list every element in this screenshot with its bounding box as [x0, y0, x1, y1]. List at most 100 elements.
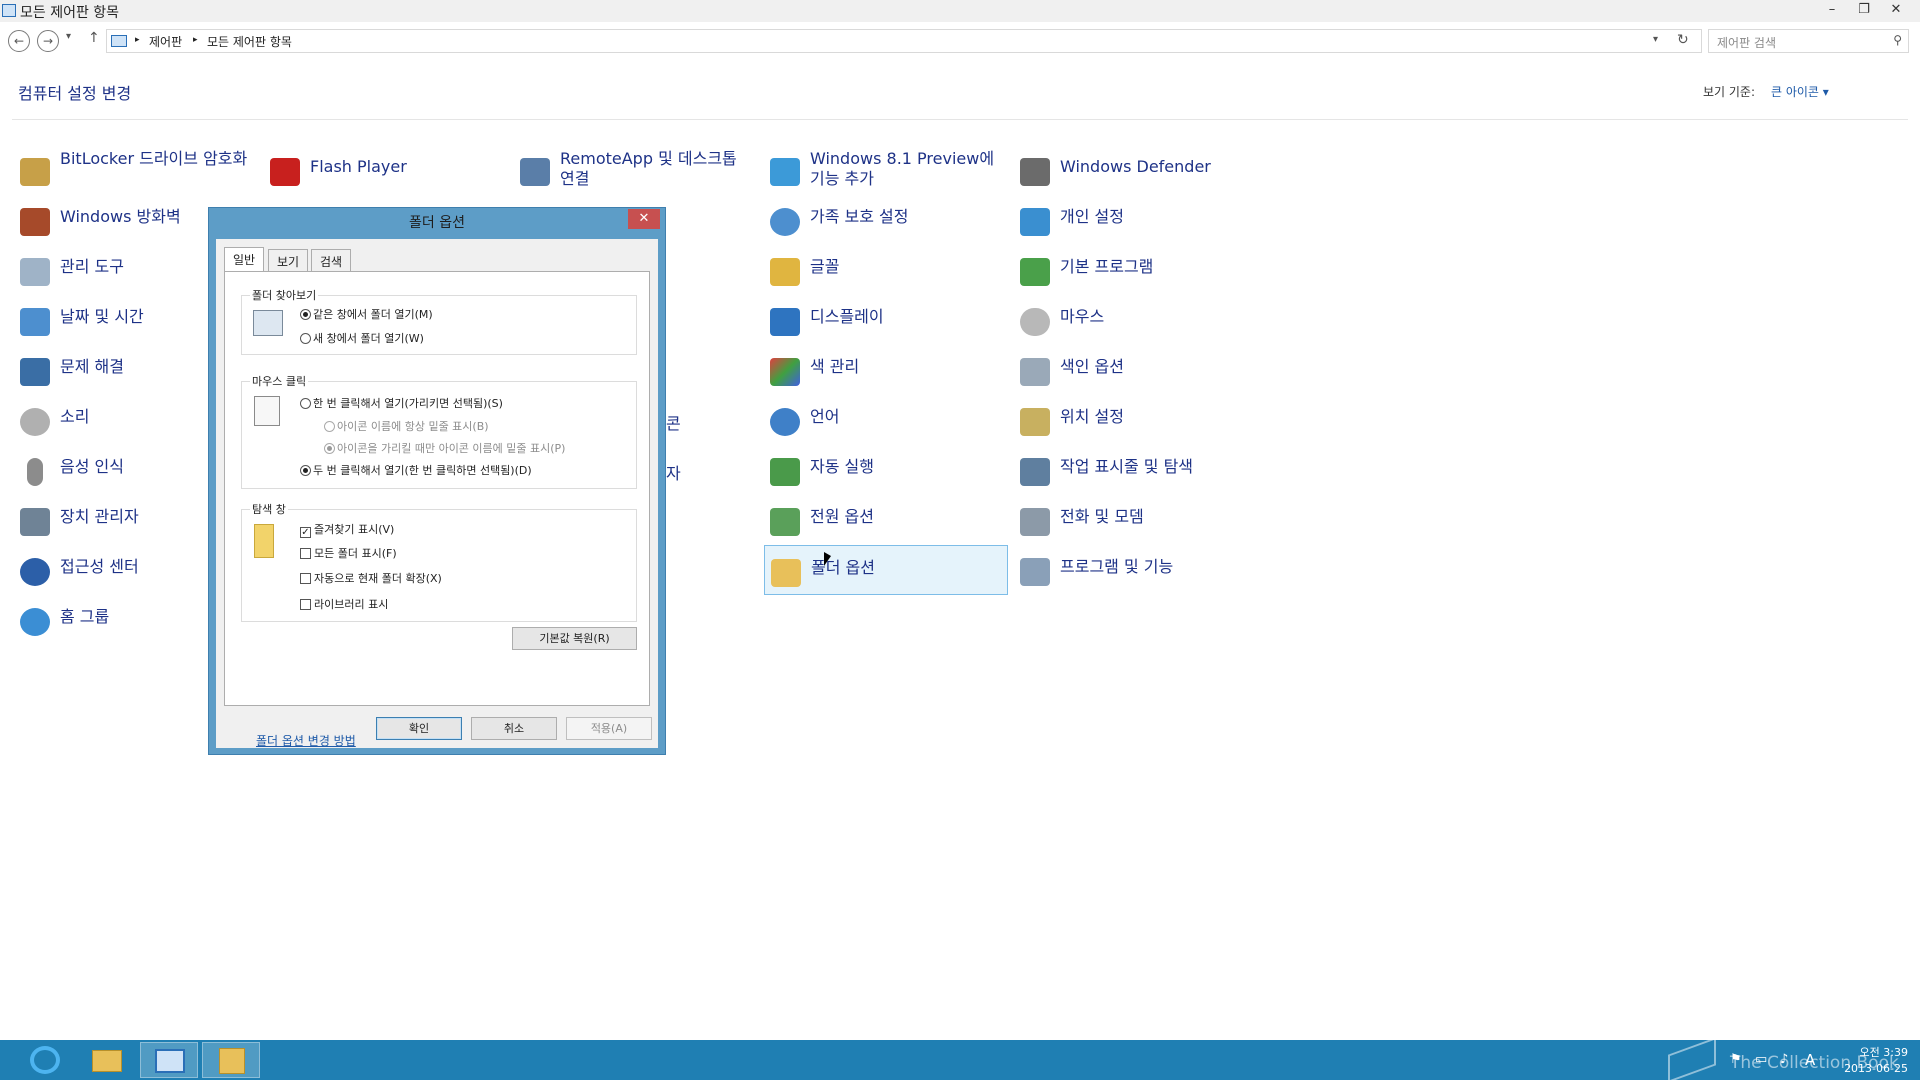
document-cursor-icon [254, 396, 280, 426]
view-by-dropdown[interactable]: 큰 아이콘 ▾ [1771, 83, 1829, 100]
radio-double-click[interactable]: 두 번 클릭해서 열기(한 번 클릭하면 선택됨)(D) [300, 462, 532, 478]
checkbox-auto-expand[interactable]: 자동으로 현재 폴더 확장(X) [300, 570, 442, 586]
taskbar-internet-explorer[interactable] [16, 1042, 74, 1078]
cp-item-label: 전원 옵션 [810, 507, 874, 526]
minimize-button[interactable]: – [1816, 0, 1848, 20]
cp-item-display[interactable]: 디스플레이 [764, 295, 1008, 345]
device-manager-icon [20, 508, 50, 536]
cp-item-label: 위치 설정 [1060, 407, 1124, 426]
taskbar-file-explorer[interactable] [78, 1042, 136, 1078]
cp-item-taskbar-navigation[interactable]: 작업 표시줄 및 탐색 [1014, 445, 1258, 495]
cp-item-label: 색 관리 [810, 357, 860, 376]
tab-general[interactable]: 일반 [224, 247, 265, 272]
cp-item-label: 디스플레이 [810, 307, 884, 326]
checkbox: ✓ [300, 527, 311, 538]
back-icon[interactable]: ← [8, 30, 30, 52]
cp-item-personalization[interactable]: 개인 설정 [1014, 195, 1258, 245]
cp-item-phone-modem[interactable]: 전화 및 모뎀 [1014, 495, 1258, 545]
tab-view[interactable]: 보기 [268, 249, 309, 271]
mouse-cursor-icon [824, 552, 831, 566]
forward-icon[interactable]: → [37, 30, 59, 52]
address-input[interactable]: ▸ 제어판 ▸ 모든 제어판 항목 ▾ ↻ [106, 29, 1702, 53]
flash-icon [270, 158, 300, 186]
taskbar-folder-options[interactable] [202, 1042, 260, 1078]
clock-date[interactable]: 2013-06-25 [1834, 1062, 1908, 1075]
address-bar: ← → ▾ ↑ ▸ 제어판 ▸ 모든 제어판 항목 ▾ ↻ 제어판 검색 ⚲ [0, 27, 1920, 55]
address-dropdown-icon[interactable]: ▾ [1653, 34, 1658, 45]
cp-item-label: 개인 설정 [1060, 207, 1124, 226]
radio-new-window[interactable]: 새 창에서 폴더 열기(W) [300, 330, 424, 346]
radio-button [300, 398, 311, 409]
option-label: 두 번 클릭해서 열기(한 번 클릭하면 선택됨)(D) [313, 464, 532, 477]
cp-item-location-settings[interactable]: 위치 설정 [1014, 395, 1258, 445]
search-input[interactable]: 제어판 검색 ⚲ [1708, 29, 1909, 53]
cp-item-power-options[interactable]: 전원 옵션 [764, 495, 1008, 545]
cp-item-language[interactable]: 언어 [764, 395, 1008, 445]
radio-same-window[interactable]: 같은 창에서 폴더 열기(M) [300, 306, 433, 322]
dialog-close-button[interactable]: ✕ [628, 209, 660, 229]
cp-item-windows81-features[interactable]: Windows 8.1 Preview에 기능 추가 [764, 145, 1008, 195]
help-link[interactable]: 폴더 옵션 변경 방법 [256, 732, 356, 749]
cp-item-autoplay[interactable]: 자동 실행 [764, 445, 1008, 495]
volume-icon[interactable]: ♪ [1780, 1052, 1788, 1067]
taskbar-control-panel[interactable] [140, 1042, 198, 1078]
key-icon [20, 158, 50, 186]
dialog-body: 일반 보기 검색 폴더 찾아보기 같은 창에서 폴더 열기(M) 새 창에서 폴… [216, 239, 658, 748]
ok-button[interactable]: 확인 [376, 717, 462, 740]
radio-underline-point[interactable]: 아이콘을 가리킬 때만 아이콘 이름에 밑줄 표시(P) [324, 440, 565, 456]
ime-indicator[interactable]: A [1805, 1051, 1815, 1069]
cp-item-family-safety[interactable]: 가족 보호 설정 [764, 195, 1008, 245]
cp-item-folder-options[interactable]: 폴더 옵션 [764, 545, 1008, 595]
checkbox [300, 548, 311, 559]
option-label: 아이콘을 가리킬 때만 아이콘 이름에 밑줄 표시(P) [337, 442, 566, 455]
cp-item-remoteapp[interactable]: RemoteApp 및 데스크톱 연결 [514, 145, 758, 195]
monitor-icon [770, 308, 800, 336]
cp-item-mouse[interactable]: 마우스 [1014, 295, 1258, 345]
dialog-title: 폴더 옵션 [409, 215, 465, 231]
radio-button [300, 465, 311, 476]
chevron-right-icon: ▸ [193, 35, 198, 45]
up-icon[interactable]: ↑ [88, 30, 100, 46]
checkbox [300, 573, 311, 584]
radio-single-click[interactable]: 한 번 클릭해서 열기(가리키면 선택됨)(S) [300, 395, 503, 411]
cancel-button[interactable]: 취소 [471, 717, 557, 740]
radio-underline-always[interactable]: 아이콘 이름에 항상 밑줄 표시(B) [324, 418, 489, 434]
cp-item-default-programs[interactable]: 기본 프로그램 [1014, 245, 1258, 295]
breadcrumb-control-panel[interactable]: 제어판 [149, 33, 182, 50]
cp-item-fonts[interactable]: 글꼴 [764, 245, 1008, 295]
option-label: 아이콘 이름에 항상 밑줄 표시(B) [337, 420, 489, 433]
breadcrumb-all-items[interactable]: 모든 제어판 항목 [207, 33, 292, 50]
remote-desktop-icon [520, 158, 550, 186]
tab-search[interactable]: 검색 [311, 249, 352, 271]
cp-item-flash-player[interactable]: Flash Player [264, 145, 508, 195]
checkbox-show-libraries[interactable]: 라이브러리 표시 [300, 596, 388, 612]
cp-item-bitlocker[interactable]: BitLocker 드라이브 암호화 [14, 145, 258, 195]
checkbox-show-favorites[interactable]: ✓ 즐겨찾기 표시(V) [300, 521, 394, 538]
checkbox-show-all-folders[interactable]: 모든 폴더 표시(F) [300, 545, 397, 561]
cp-item-windows-defender[interactable]: Windows Defender [1014, 145, 1258, 195]
cp-item-label: 프로그램 및 기능 [1060, 557, 1174, 576]
cp-item-indexing-options[interactable]: 색인 옵션 [1014, 345, 1258, 395]
page-title: 컴퓨터 설정 변경 [18, 84, 132, 103]
group-title: 폴더 찾아보기 [250, 287, 319, 303]
cp-item-label: Windows Defender [1060, 157, 1211, 176]
close-button[interactable]: ✕ [1880, 0, 1912, 20]
option-label: 자동으로 현재 폴더 확장(X) [314, 572, 442, 585]
cp-item-label: 마우스 [1060, 307, 1105, 326]
action-center-flag-icon[interactable]: ⚑ [1730, 1052, 1742, 1067]
cp-item-programs-features[interactable]: 프로그램 및 기능 [1014, 545, 1258, 595]
cp-item-label: 언어 [810, 407, 840, 426]
restore-defaults-button[interactable]: 기본값 복원(R) [512, 627, 637, 650]
restore-button[interactable]: ❐ [1848, 0, 1880, 20]
apply-button[interactable]: 적용(A) [566, 717, 652, 740]
refresh-icon[interactable]: ↻ [1677, 32, 1689, 48]
cp-item-label: RemoteApp 및 데스크톱 연결 [560, 149, 737, 188]
cp-item-color-management[interactable]: 색 관리 [764, 345, 1008, 395]
search-icon[interactable]: ⚲ [1893, 33, 1902, 47]
network-icon[interactable]: ▭ [1755, 1052, 1767, 1067]
history-dropdown-icon[interactable]: ▾ [66, 31, 71, 42]
clock-time[interactable]: 오전 3:39 [1840, 1044, 1908, 1060]
title-bar: 모든 제어판 항목 – ❐ ✕ [0, 0, 1920, 22]
folder-options-dialog: 폴더 옵션 ✕ 일반 보기 검색 폴더 찾아보기 같은 창에서 폴더 열기(M)… [208, 207, 666, 755]
cp-item-label: 기본 프로그램 [1060, 257, 1154, 276]
